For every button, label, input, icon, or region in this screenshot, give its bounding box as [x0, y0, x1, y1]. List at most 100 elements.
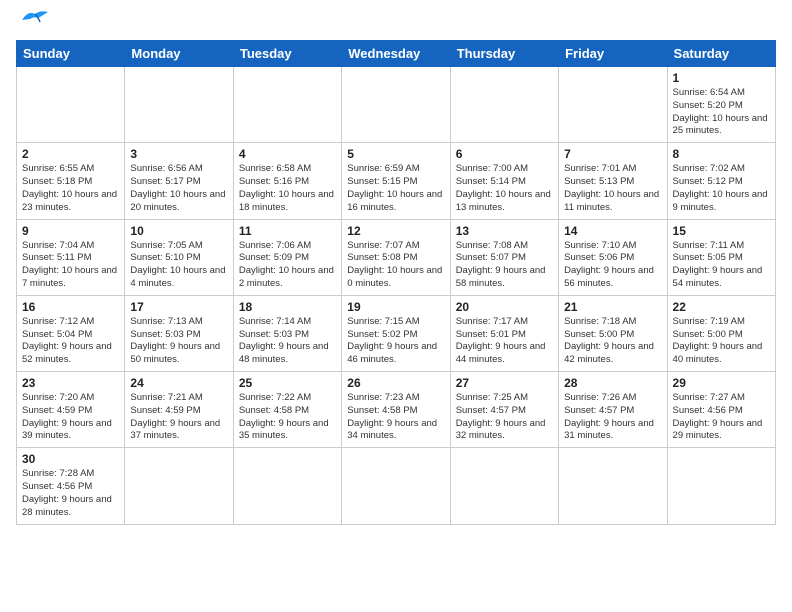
calendar-cell: 28Sunrise: 7:26 AM Sunset: 4:57 PM Dayli… [559, 372, 667, 448]
column-header-friday: Friday [559, 41, 667, 67]
calendar-cell: 25 Sunrise: 7:22 AM Sunset: 4:58 PM Dayli… [233, 372, 341, 448]
calendar-week-row: 2 Sunrise: 6:55 AM Sunset: 5:18 PM Daylig… [17, 143, 776, 219]
day-info: Sunrise: 7:22 AM Sunset: 4:58 PM Dayligh… [239, 392, 336, 443]
calendar-cell: 18Sunrise: 7:14 AM Sunset: 5:03 PM Dayli… [233, 295, 341, 371]
calendar-cell: 1Sunrise: 6:54 AM Sunset: 5:20 PM Daylig… [667, 67, 775, 143]
day-number: 23 [22, 376, 119, 390]
day-info: Sunrise: 7:23 AM Sunset: 4:58 PM Dayligh… [347, 392, 444, 443]
day-number: 4 [239, 147, 336, 161]
column-header-sunday: Sunday [17, 41, 125, 67]
calendar-week-row: 1Sunrise: 6:54 AM Sunset: 5:20 PM Daylig… [17, 67, 776, 143]
day-info: Sunrise: 7:14 AM Sunset: 5:03 PM Dayligh… [239, 316, 336, 367]
calendar-cell: 12 Sunrise: 7:07 AM Sunset: 5:08 PM Dayli… [342, 219, 450, 295]
day-info: Sunrise: 7:08 AM Sunset: 5:07 PM Dayligh… [456, 240, 553, 291]
day-number: 15 [673, 224, 770, 238]
calendar-table: SundayMondayTuesdayWednesdayThursdayFrid… [16, 40, 776, 525]
day-info: Sunrise: 7:12 AM Sunset: 5:04 PM Dayligh… [22, 316, 119, 367]
calendar-cell: 23 Sunrise: 7:20 AM Sunset: 4:59 PM Dayli… [17, 372, 125, 448]
day-info: Sunrise: 7:04 AM Sunset: 5:11 PM Dayligh… [22, 240, 119, 291]
day-info: Sunrise: 7:21 AM Sunset: 4:59 PM Dayligh… [130, 392, 227, 443]
calendar-week-row: 16Sunrise: 7:12 AM Sunset: 5:04 PM Dayli… [17, 295, 776, 371]
day-info: Sunrise: 7:10 AM Sunset: 5:06 PM Dayligh… [564, 240, 661, 291]
day-info: Sunrise: 6:55 AM Sunset: 5:18 PM Dayligh… [22, 163, 119, 214]
day-info: Sunrise: 7:15 AM Sunset: 5:02 PM Dayligh… [347, 316, 444, 367]
calendar-cell: 26 Sunrise: 7:23 AM Sunset: 4:58 PM Dayli… [342, 372, 450, 448]
day-number: 26 [347, 376, 444, 390]
calendar-cell: 30 Sunrise: 7:28 AM Sunset: 4:56 PM Dayli… [17, 448, 125, 524]
day-info: Sunrise: 6:56 AM Sunset: 5:17 PM Dayligh… [130, 163, 227, 214]
calendar-cell: 15 Sunrise: 7:11 AM Sunset: 5:05 PM Dayli… [667, 219, 775, 295]
calendar-cell: 21 Sunrise: 7:18 AM Sunset: 5:00 PM Dayli… [559, 295, 667, 371]
calendar-cell [667, 448, 775, 524]
calendar-cell [450, 67, 558, 143]
calendar-cell: 7 Sunrise: 7:01 AM Sunset: 5:13 PM Daylig… [559, 143, 667, 219]
day-number: 11 [239, 224, 336, 238]
day-info: Sunrise: 7:01 AM Sunset: 5:13 PM Dayligh… [564, 163, 661, 214]
calendar-cell: 22 Sunrise: 7:19 AM Sunset: 5:00 PM Dayli… [667, 295, 775, 371]
day-number: 21 [564, 300, 661, 314]
calendar-cell [125, 448, 233, 524]
day-info: Sunrise: 7:13 AM Sunset: 5:03 PM Dayligh… [130, 316, 227, 367]
day-number: 25 [239, 376, 336, 390]
calendar-cell [450, 448, 558, 524]
calendar-cell: 10 Sunrise: 7:05 AM Sunset: 5:10 PM Dayli… [125, 219, 233, 295]
day-number: 24 [130, 376, 227, 390]
day-number: 30 [22, 452, 119, 466]
calendar-cell: 9 Sunrise: 7:04 AM Sunset: 5:11 PM Daylig… [17, 219, 125, 295]
day-info: Sunrise: 7:00 AM Sunset: 5:14 PM Dayligh… [456, 163, 553, 214]
day-info: Sunrise: 7:19 AM Sunset: 5:00 PM Dayligh… [673, 316, 770, 367]
day-number: 22 [673, 300, 770, 314]
day-number: 29 [673, 376, 770, 390]
day-info: Sunrise: 7:18 AM Sunset: 5:00 PM Dayligh… [564, 316, 661, 367]
calendar-cell [233, 67, 341, 143]
day-number: 10 [130, 224, 227, 238]
day-number: 13 [456, 224, 553, 238]
day-number: 3 [130, 147, 227, 161]
calendar-cell [17, 67, 125, 143]
day-number: 5 [347, 147, 444, 161]
calendar-cell: 3 Sunrise: 6:56 AM Sunset: 5:17 PM Daylig… [125, 143, 233, 219]
logo [16, 16, 50, 30]
calendar-cell: 20Sunrise: 7:17 AM Sunset: 5:01 PM Dayli… [450, 295, 558, 371]
day-number: 6 [456, 147, 553, 161]
day-info: Sunrise: 7:28 AM Sunset: 4:56 PM Dayligh… [22, 468, 119, 519]
day-number: 7 [564, 147, 661, 161]
calendar-cell: 5 Sunrise: 6:59 AM Sunset: 5:15 PM Daylig… [342, 143, 450, 219]
calendar-cell [559, 67, 667, 143]
calendar-cell [342, 448, 450, 524]
calendar-week-row: 23 Sunrise: 7:20 AM Sunset: 4:59 PM Dayli… [17, 372, 776, 448]
calendar-cell: 24 Sunrise: 7:21 AM Sunset: 4:59 PM Dayli… [125, 372, 233, 448]
day-info: Sunrise: 7:06 AM Sunset: 5:09 PM Dayligh… [239, 240, 336, 291]
day-number: 2 [22, 147, 119, 161]
day-info: Sunrise: 7:02 AM Sunset: 5:12 PM Dayligh… [673, 163, 770, 214]
calendar-cell: 8 Sunrise: 7:02 AM Sunset: 5:12 PM Daylig… [667, 143, 775, 219]
calendar-cell: 4 Sunrise: 6:58 AM Sunset: 5:16 PM Daylig… [233, 143, 341, 219]
day-number: 19 [347, 300, 444, 314]
calendar-cell [233, 448, 341, 524]
column-header-monday: Monday [125, 41, 233, 67]
day-number: 9 [22, 224, 119, 238]
day-info: Sunrise: 7:20 AM Sunset: 4:59 PM Dayligh… [22, 392, 119, 443]
day-info: Sunrise: 6:59 AM Sunset: 5:15 PM Dayligh… [347, 163, 444, 214]
day-info: Sunrise: 7:07 AM Sunset: 5:08 PM Dayligh… [347, 240, 444, 291]
day-number: 20 [456, 300, 553, 314]
calendar-cell: 6 Sunrise: 7:00 AM Sunset: 5:14 PM Daylig… [450, 143, 558, 219]
day-info: Sunrise: 7:11 AM Sunset: 5:05 PM Dayligh… [673, 240, 770, 291]
calendar-cell: 16Sunrise: 7:12 AM Sunset: 5:04 PM Dayli… [17, 295, 125, 371]
day-info: Sunrise: 6:58 AM Sunset: 5:16 PM Dayligh… [239, 163, 336, 214]
column-header-thursday: Thursday [450, 41, 558, 67]
day-number: 12 [347, 224, 444, 238]
day-number: 8 [673, 147, 770, 161]
calendar-week-row: 9 Sunrise: 7:04 AM Sunset: 5:11 PM Daylig… [17, 219, 776, 295]
day-info: Sunrise: 7:25 AM Sunset: 4:57 PM Dayligh… [456, 392, 553, 443]
calendar-cell: 17 Sunrise: 7:13 AM Sunset: 5:03 PM Dayli… [125, 295, 233, 371]
calendar-cell: 14 Sunrise: 7:10 AM Sunset: 5:06 PM Dayli… [559, 219, 667, 295]
day-info: Sunrise: 7:05 AM Sunset: 5:10 PM Dayligh… [130, 240, 227, 291]
calendar-header-row: SundayMondayTuesdayWednesdayThursdayFrid… [17, 41, 776, 67]
day-number: 17 [130, 300, 227, 314]
page-header [16, 16, 776, 30]
day-number: 14 [564, 224, 661, 238]
calendar-cell: 27Sunrise: 7:25 AM Sunset: 4:57 PM Dayli… [450, 372, 558, 448]
day-number: 28 [564, 376, 661, 390]
logo-bird-icon [20, 8, 50, 30]
